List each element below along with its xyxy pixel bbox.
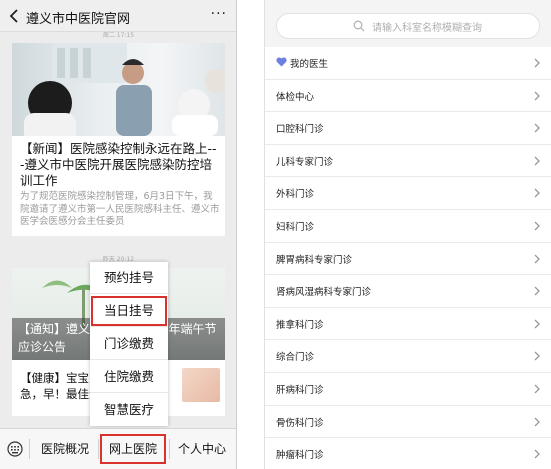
list-item[interactable]: 口腔科门诊 (265, 112, 551, 145)
chevron-right-icon (534, 449, 540, 459)
chevron-right-icon (534, 156, 540, 166)
tab-online-hospital[interactable]: 网上医院 (100, 434, 166, 464)
chevron-right-icon (534, 221, 540, 231)
heart-icon (276, 57, 287, 67)
search-placeholder: 请输入科室名称模糊查询 (372, 23, 482, 34)
news-title: 【新闻】医院感染控制永远在路上---遵义市中医院开展医院感染防控培训工作 (20, 141, 217, 188)
search-icon (353, 20, 365, 32)
chevron-left-icon[interactable] (8, 8, 20, 24)
list-item[interactable]: 肾病风湿病科专家门诊 (265, 275, 551, 308)
list-item[interactable]: 综合门诊 (265, 340, 551, 373)
chevron-right-icon (534, 319, 540, 329)
news-summary: 为了规范医院感染控制管理，6月3日下午，我院邀请了遵义市第一人民医院感科主任、遵… (20, 191, 220, 227)
list-item-label: 肾病风湿病科专家门诊 (276, 287, 372, 299)
baby-thumbnail (182, 368, 220, 402)
menu-item-same-day-registration[interactable]: 当日挂号 (90, 295, 168, 327)
list-item-label: 肝病科门诊 (276, 384, 324, 396)
list-item[interactable]: 推拿科门诊 (265, 307, 551, 341)
list-item-label: 妇科门诊 (276, 221, 315, 233)
list-item-my-doctor[interactable]: 我的医生 (265, 47, 551, 80)
list-item-label: 外科门诊 (276, 189, 315, 201)
chevron-right-icon (534, 91, 540, 101)
list-item-label: 骨伤科门诊 (276, 417, 324, 429)
list-item[interactable]: 骨伤科门诊 (265, 405, 551, 439)
list-item-label: 综合门诊 (276, 352, 315, 364)
tab-personal-center[interactable]: 个人中心 (173, 435, 231, 463)
list-item-label: 我的医生 (290, 59, 329, 70)
list-item-label: 儿科专家门诊 (276, 156, 334, 168)
menu-item-inpatient-payment[interactable]: 住院缴费 (90, 361, 168, 393)
tab-divider (98, 439, 99, 459)
timestamp: 周二 17:15 (102, 32, 135, 39)
page-title: 遵义市中医院官网 (26, 12, 131, 27)
chevron-right-icon (534, 254, 540, 264)
department-list: 我的医生 体检中心 口腔科门诊 儿科专家门诊 外科门诊 妇科门诊 脾胃病科专家门… (265, 47, 551, 469)
list-item-label: 肿瘤科门诊 (276, 450, 324, 462)
list-item[interactable]: 脾胃病科专家门诊 (265, 242, 551, 276)
list-item[interactable]: 妇科门诊 (265, 209, 551, 243)
menu-item-smart-medical[interactable]: 智慧医疗 (90, 394, 168, 426)
news-card[interactable]: 【新闻】医院感染控制永远在路上---遵义市中医院开展医院感染防控培训工作 为了规… (12, 43, 225, 236)
bottom-tab-bar: 医院概况 网上医院 个人中心 (0, 428, 236, 469)
chevron-right-icon (534, 123, 540, 133)
menu-item-appointment[interactable]: 预约挂号 (90, 262, 168, 294)
list-item-label: 口腔科门诊 (276, 124, 324, 136)
chevron-right-icon (534, 286, 540, 296)
header-bar: 遵义市中医院官网 ··· (0, 0, 236, 32)
list-item[interactable]: 体检中心 (265, 79, 551, 113)
right-phone-screen: 请输入科室名称模糊查询 我的医生 体检中心 口腔科门诊 儿科专家门诊 外科门诊 (264, 0, 551, 469)
search-input[interactable]: 请输入科室名称模糊查询 (276, 13, 540, 39)
list-item-label: 脾胃病科专家门诊 (276, 254, 353, 266)
online-hospital-menu: 预约挂号 当日挂号 门诊缴费 住院缴费 智慧医疗 (90, 262, 168, 426)
chevron-right-icon (534, 384, 540, 394)
chevron-right-icon (534, 417, 540, 426)
list-item-label: 推拿科门诊 (276, 319, 324, 331)
list-item[interactable]: 外科门诊 (265, 177, 551, 210)
keyboard-icon[interactable] (7, 441, 23, 457)
news-photo (12, 43, 225, 136)
tab-hospital-overview[interactable]: 医院概况 (36, 435, 94, 463)
chevron-right-icon (534, 188, 540, 198)
search-area: 请输入科室名称模糊查询 (265, 0, 551, 47)
tab-divider (29, 439, 30, 459)
menu-item-outpatient-payment[interactable]: 门诊缴费 (90, 328, 168, 360)
list-item[interactable]: 儿科专家门诊 (265, 144, 551, 178)
tab-divider (169, 439, 170, 459)
left-phone-screen: 遵义市中医院官网 ··· 周二 17:15 【新闻】医院感染控制永远在路上---… (0, 0, 237, 469)
chevron-right-icon (534, 58, 540, 68)
list-item-label: 体检中心 (276, 91, 315, 103)
list-item[interactable]: 肿瘤科门诊 (265, 438, 551, 469)
chevron-right-icon (534, 351, 540, 361)
more-dots-icon[interactable]: ··· (211, 6, 227, 22)
list-item[interactable]: 肝病科门诊 (265, 372, 551, 406)
